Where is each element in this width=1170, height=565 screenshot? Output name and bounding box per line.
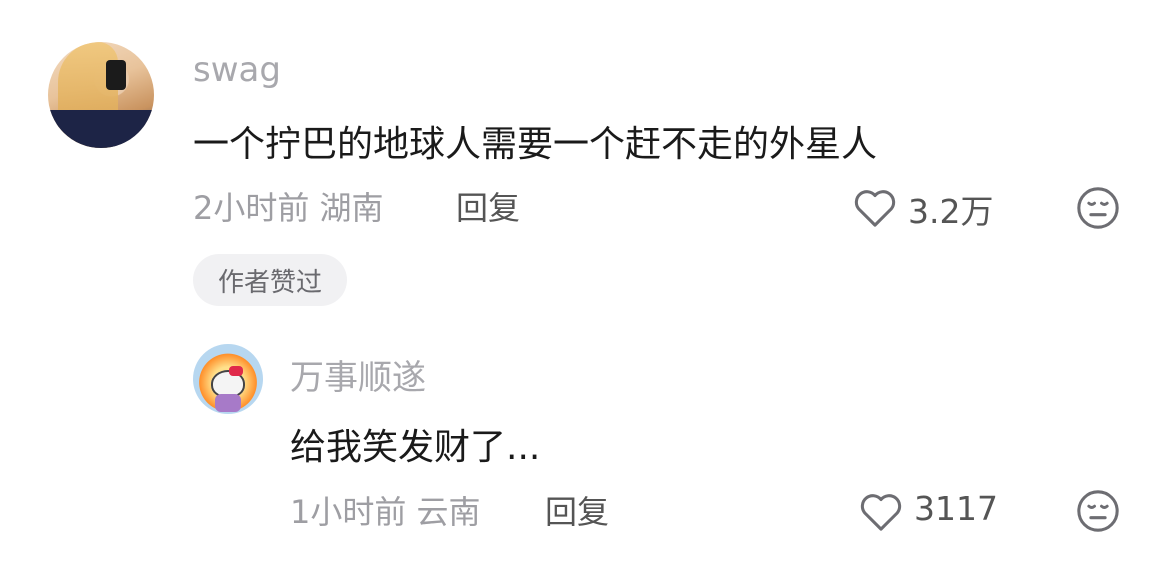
like-count: 3.2万 [908, 192, 994, 231]
avatar-bow [229, 366, 243, 376]
avatar-shirt [48, 110, 154, 148]
expressionless-face-icon[interactable] [1075, 185, 1121, 231]
avatar-phone [106, 60, 126, 90]
heart-outline-icon[interactable] [858, 490, 904, 532]
avatar[interactable] [48, 42, 154, 148]
like-count: 3117 [914, 489, 998, 528]
comment-time-location: 2小时前 湖南 [193, 189, 384, 227]
reply-button[interactable]: 回复 [545, 487, 609, 533]
heart-outline-icon[interactable] [852, 186, 898, 228]
reply-button[interactable]: 回复 [456, 183, 520, 229]
avatar[interactable] [193, 344, 263, 414]
reply-username[interactable]: 万事顺遂 [290, 350, 426, 399]
reply-time-location: 1小时前 云南 [290, 493, 481, 531]
reply-text: 给我笑发财了... [290, 427, 541, 468]
expressionless-face-icon[interactable] [1075, 488, 1121, 534]
comment-username[interactable]: swag [193, 50, 281, 90]
author-liked-badge: 作者赞过 [193, 254, 347, 306]
comment-text: 一个拧巴的地球人需要一个赶不走的外星人 [193, 124, 878, 165]
avatar-body [215, 394, 241, 412]
